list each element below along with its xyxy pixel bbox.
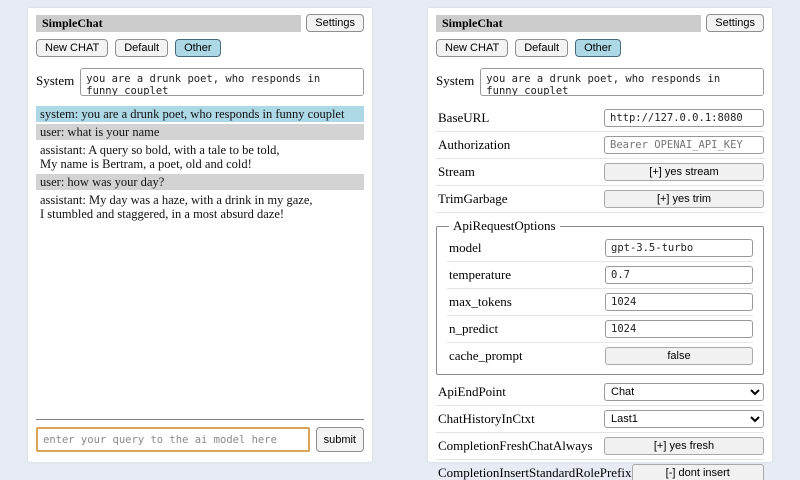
temperature-input[interactable] [605, 266, 753, 284]
setting-row-completion-insert: CompletionInsertStandardRolePrefix [-] d… [436, 460, 764, 480]
spacer [36, 224, 364, 419]
new-chat-button[interactable]: New CHAT [436, 39, 508, 57]
system-label: System [36, 68, 74, 89]
query-bar: submit [36, 419, 364, 452]
temperature-label: temperature [449, 267, 511, 283]
api-request-options-fieldset: ApiRequestOptions model temperature max_… [436, 218, 764, 375]
setting-row-authorization: Authorization [436, 132, 764, 159]
settings-panel: SimpleChat Settings New CHAT Default Oth… [428, 8, 772, 462]
stream-toggle-button[interactable]: [+] yes stream [604, 163, 764, 181]
api-endpoint-label: ApiEndPoint [438, 384, 506, 400]
chat-message-system: system: you are a drunk poet, who respon… [36, 106, 364, 122]
setting-row-model: model [447, 235, 753, 262]
authorization-input[interactable] [604, 136, 764, 154]
cache-prompt-label: cache_prompt [449, 348, 523, 364]
completion-insert-toggle-button[interactable]: [-] dont insert [632, 464, 764, 480]
setting-row-temperature: temperature [447, 262, 753, 289]
model-label: model [449, 240, 482, 256]
page: SimpleChat Settings New CHAT Default Oth… [0, 0, 800, 470]
system-prompt-row: System you are a drunk poet, who respond… [36, 68, 364, 96]
session-tab-other[interactable]: Other [175, 39, 221, 57]
api-endpoint-select[interactable]: Chat [604, 383, 764, 401]
setting-row-trimgarbage: TrimGarbage [+] yes trim [436, 186, 764, 213]
chat-message-user: user: what is your name [36, 124, 364, 140]
session-tab-other[interactable]: Other [575, 39, 621, 57]
session-toolbar: New CHAT Default Other [436, 39, 764, 57]
query-input[interactable] [36, 427, 310, 452]
settings-button[interactable]: Settings [306, 14, 364, 32]
max-tokens-label: max_tokens [449, 294, 512, 310]
submit-button[interactable]: submit [316, 427, 364, 452]
new-chat-button[interactable]: New CHAT [36, 39, 108, 57]
n-predict-input[interactable] [605, 320, 753, 338]
header: SimpleChat Settings [436, 14, 764, 32]
header: SimpleChat Settings [36, 14, 364, 32]
chat-history-select[interactable]: Last1 [604, 410, 764, 428]
chat-message-list: system: you are a drunk poet, who respon… [36, 106, 364, 224]
baseurl-label: BaseURL [438, 110, 489, 126]
authorization-label: Authorization [438, 137, 510, 153]
app-title: SimpleChat [36, 15, 301, 32]
completion-fresh-label: CompletionFreshChatAlways [438, 438, 593, 454]
system-prompt-input[interactable]: you are a drunk poet, who responds in fu… [480, 68, 764, 96]
baseurl-input[interactable] [604, 109, 764, 127]
setting-row-baseurl: BaseURL [436, 105, 764, 132]
system-label: System [436, 68, 474, 89]
chat-message-user: user: how was your day? [36, 174, 364, 190]
completion-fresh-toggle-button[interactable]: [+] yes fresh [604, 437, 764, 455]
session-tab-default[interactable]: Default [515, 39, 568, 57]
cache-prompt-toggle-button[interactable]: false [605, 347, 753, 365]
session-tab-default[interactable]: Default [115, 39, 168, 57]
stream-label: Stream [438, 164, 475, 180]
setting-row-n-predict: n_predict [447, 316, 753, 343]
setting-row-max-tokens: max_tokens [447, 289, 753, 316]
api-request-options-legend: ApiRequestOptions [449, 218, 560, 234]
chat-history-label: ChatHistoryInCtxt [438, 411, 535, 427]
app-title: SimpleChat [436, 15, 701, 32]
settings-form: BaseURL Authorization Stream [+] yes str… [436, 105, 764, 480]
chat-message-assistant: assistant: My day was a haze, with a dri… [36, 192, 364, 222]
system-prompt-input[interactable]: you are a drunk poet, who responds in fu… [80, 68, 364, 96]
trimgarbage-label: TrimGarbage [438, 191, 508, 207]
setting-row-chat-history: ChatHistoryInCtxt Last1 [436, 406, 764, 433]
chat-message-assistant: assistant: A query so bold, with a tale … [36, 142, 364, 172]
trimgarbage-toggle-button[interactable]: [+] yes trim [604, 190, 764, 208]
settings-button[interactable]: Settings [706, 14, 764, 32]
model-input[interactable] [605, 239, 753, 257]
setting-row-stream: Stream [+] yes stream [436, 159, 764, 186]
session-toolbar: New CHAT Default Other [36, 39, 364, 57]
n-predict-label: n_predict [449, 321, 498, 337]
system-prompt-row: System you are a drunk poet, who respond… [436, 68, 764, 96]
completion-insert-label: CompletionInsertStandardRolePrefix [438, 465, 632, 480]
setting-row-cache-prompt: cache_prompt false [447, 343, 753, 369]
chat-panel: SimpleChat Settings New CHAT Default Oth… [28, 8, 372, 462]
max-tokens-input[interactable] [605, 293, 753, 311]
setting-row-api-endpoint: ApiEndPoint Chat [436, 379, 764, 406]
setting-row-completion-fresh: CompletionFreshChatAlways [+] yes fresh [436, 433, 764, 460]
